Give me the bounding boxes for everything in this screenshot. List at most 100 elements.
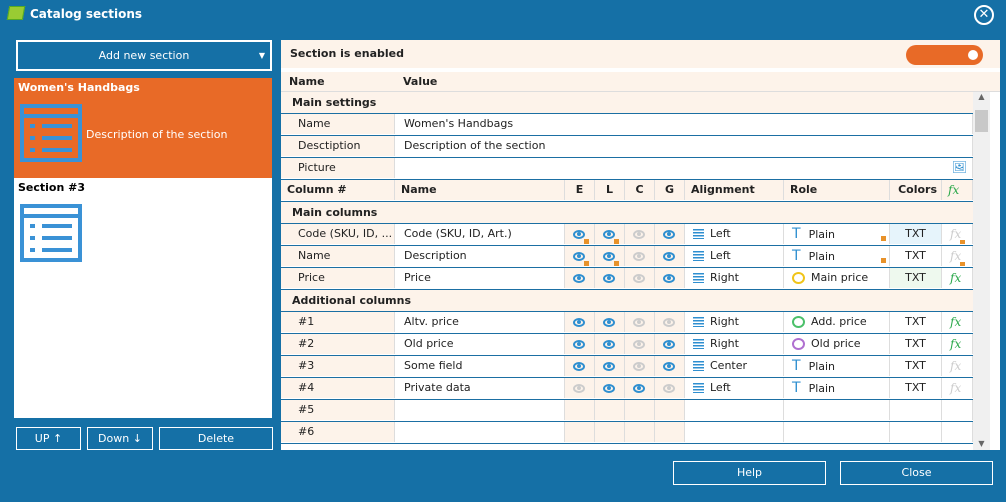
help-button[interactable]: Help bbox=[673, 461, 826, 485]
columns-header[interactable]: Column # Name E L C G Alignment Role Colors fx bbox=[281, 180, 973, 202]
colors-cell[interactable]: TXT bbox=[890, 378, 942, 398]
eye-icon[interactable] bbox=[573, 317, 585, 327]
fx-icon[interactable]: fx bbox=[950, 315, 961, 329]
fx-icon[interactable]: fx bbox=[950, 359, 961, 373]
setting-value[interactable]: Description of the section bbox=[395, 136, 973, 156]
eye-icon[interactable] bbox=[663, 361, 675, 371]
column-row[interactable]: Name Description Left T Plain TXT fx bbox=[281, 246, 973, 268]
role-value: Plain bbox=[808, 228, 836, 241]
fx-icon[interactable]: fx bbox=[950, 337, 961, 351]
colors-cell[interactable] bbox=[890, 400, 942, 420]
text-role-icon: T bbox=[792, 248, 801, 264]
eye-icon[interactable] bbox=[633, 317, 645, 327]
text-role-icon: T bbox=[792, 380, 801, 396]
colors-cell[interactable]: TXT bbox=[890, 312, 942, 332]
up-button[interactable]: UP ↑ bbox=[16, 427, 81, 450]
fx-icon[interactable]: fx bbox=[950, 271, 961, 285]
eye-icon[interactable] bbox=[663, 317, 675, 327]
align-right-icon bbox=[693, 339, 704, 349]
eye-icon[interactable] bbox=[603, 229, 615, 239]
alignment-value: Right bbox=[710, 315, 739, 328]
eye-icon[interactable] bbox=[573, 251, 585, 261]
colors-cell[interactable]: TXT bbox=[890, 334, 942, 354]
eye-icon[interactable] bbox=[573, 383, 585, 393]
picture-add-icon[interactable]: 🖼 bbox=[952, 160, 967, 174]
column-row[interactable]: #4 Private data Left T Plain TXT fx bbox=[281, 378, 973, 400]
add-new-section-button[interactable]: Add new section ▼ bbox=[16, 40, 272, 71]
eye-icon[interactable] bbox=[633, 229, 645, 239]
scroll-thumb[interactable] bbox=[975, 110, 988, 132]
delete-button[interactable]: Delete bbox=[159, 427, 273, 450]
visibility-cell bbox=[595, 334, 625, 354]
visibility-cell bbox=[625, 334, 655, 354]
eye-icon[interactable] bbox=[633, 339, 645, 349]
eye-icon[interactable] bbox=[603, 339, 615, 349]
eye-icon[interactable] bbox=[573, 273, 585, 283]
eye-icon[interactable] bbox=[663, 273, 675, 283]
eye-icon[interactable] bbox=[663, 251, 675, 261]
fx-icon[interactable]: fx bbox=[950, 381, 961, 395]
colors-cell[interactable]: TXT bbox=[890, 356, 942, 376]
colors-cell[interactable]: TXT bbox=[890, 268, 942, 288]
column-row[interactable]: #3 Some field Center T Plain TXT fx bbox=[281, 356, 973, 378]
header-colors: Colors bbox=[890, 180, 942, 200]
scroll-up-icon[interactable]: ▲ bbox=[973, 92, 990, 101]
property-grid[interactable]: Main settings Name Women's Handbags Desctip… bbox=[281, 92, 973, 450]
align-left-icon bbox=[693, 229, 704, 239]
formula-cell bbox=[942, 422, 973, 442]
eye-icon[interactable] bbox=[663, 383, 675, 393]
setting-value[interactable]: Women's Handbags bbox=[395, 114, 973, 134]
fx-icon[interactable]: fx bbox=[950, 249, 961, 263]
column-name: Private data bbox=[395, 378, 565, 398]
setting-row[interactable]: Picture 🖼 bbox=[281, 158, 973, 180]
visibility-cell bbox=[625, 422, 655, 442]
role-cell: T Plain bbox=[784, 224, 890, 244]
eye-icon[interactable] bbox=[603, 361, 615, 371]
column-row[interactable]: Price Price Right Main price TXT fx bbox=[281, 268, 973, 290]
eye-icon[interactable] bbox=[573, 229, 585, 239]
group-label: Additional columns bbox=[292, 294, 411, 307]
scroll-down-icon[interactable]: ▼ bbox=[973, 439, 990, 448]
role-value: Plain bbox=[808, 250, 836, 263]
align-left-icon bbox=[693, 383, 704, 393]
scrollbar[interactable]: ▲ ▼ bbox=[973, 92, 990, 450]
setting-row[interactable]: Desctiption Description of the section bbox=[281, 136, 973, 158]
visibility-cell bbox=[625, 400, 655, 420]
eye-icon[interactable] bbox=[663, 339, 675, 349]
close-button[interactable]: Close bbox=[840, 461, 993, 485]
column-row[interactable]: #5 bbox=[281, 400, 973, 422]
coin-icon bbox=[792, 338, 805, 350]
column-row[interactable]: #1 Altv. price Right Add. price TXT fx bbox=[281, 312, 973, 334]
eye-icon[interactable] bbox=[633, 383, 645, 393]
eye-icon[interactable] bbox=[573, 339, 585, 349]
column-row[interactable]: Code (SKU, ID, ... Code (SKU, ID, Art.) Le… bbox=[281, 224, 973, 246]
close-window-button[interactable]: ✕ bbox=[974, 5, 994, 25]
colors-cell[interactable]: TXT bbox=[890, 224, 942, 244]
visibility-cell bbox=[565, 246, 595, 266]
setting-value[interactable] bbox=[395, 158, 973, 178]
fx-icon[interactable]: fx bbox=[950, 227, 961, 241]
section-enabled-row: Section is enabled bbox=[281, 40, 1000, 68]
eye-icon[interactable] bbox=[633, 273, 645, 283]
colors-cell[interactable]: TXT bbox=[890, 246, 942, 266]
eye-icon[interactable] bbox=[573, 361, 585, 371]
section-list[interactable]: Women's Handbags Description of the sect… bbox=[14, 78, 272, 418]
eye-icon[interactable] bbox=[633, 361, 645, 371]
eye-icon[interactable] bbox=[603, 251, 615, 261]
section-enabled-toggle[interactable] bbox=[906, 45, 983, 65]
alignment-cell: Left bbox=[685, 246, 784, 266]
column-row[interactable]: #6 bbox=[281, 422, 973, 444]
section-item[interactable]: Section #3 bbox=[14, 178, 272, 278]
eye-icon[interactable] bbox=[603, 317, 615, 327]
chevron-down-icon[interactable]: ▼ bbox=[259, 42, 265, 69]
eye-icon[interactable] bbox=[633, 251, 645, 261]
down-button[interactable]: Down ↓ bbox=[87, 427, 153, 450]
section-title: Section #3 bbox=[18, 181, 86, 194]
section-item[interactable]: Women's Handbags Description of the sect… bbox=[14, 78, 272, 178]
eye-icon[interactable] bbox=[663, 229, 675, 239]
setting-row[interactable]: Name Women's Handbags bbox=[281, 114, 973, 136]
colors-cell[interactable] bbox=[890, 422, 942, 442]
eye-icon[interactable] bbox=[603, 273, 615, 283]
column-row[interactable]: #2 Old price Right Old price TXT fx bbox=[281, 334, 973, 356]
eye-icon[interactable] bbox=[603, 383, 615, 393]
